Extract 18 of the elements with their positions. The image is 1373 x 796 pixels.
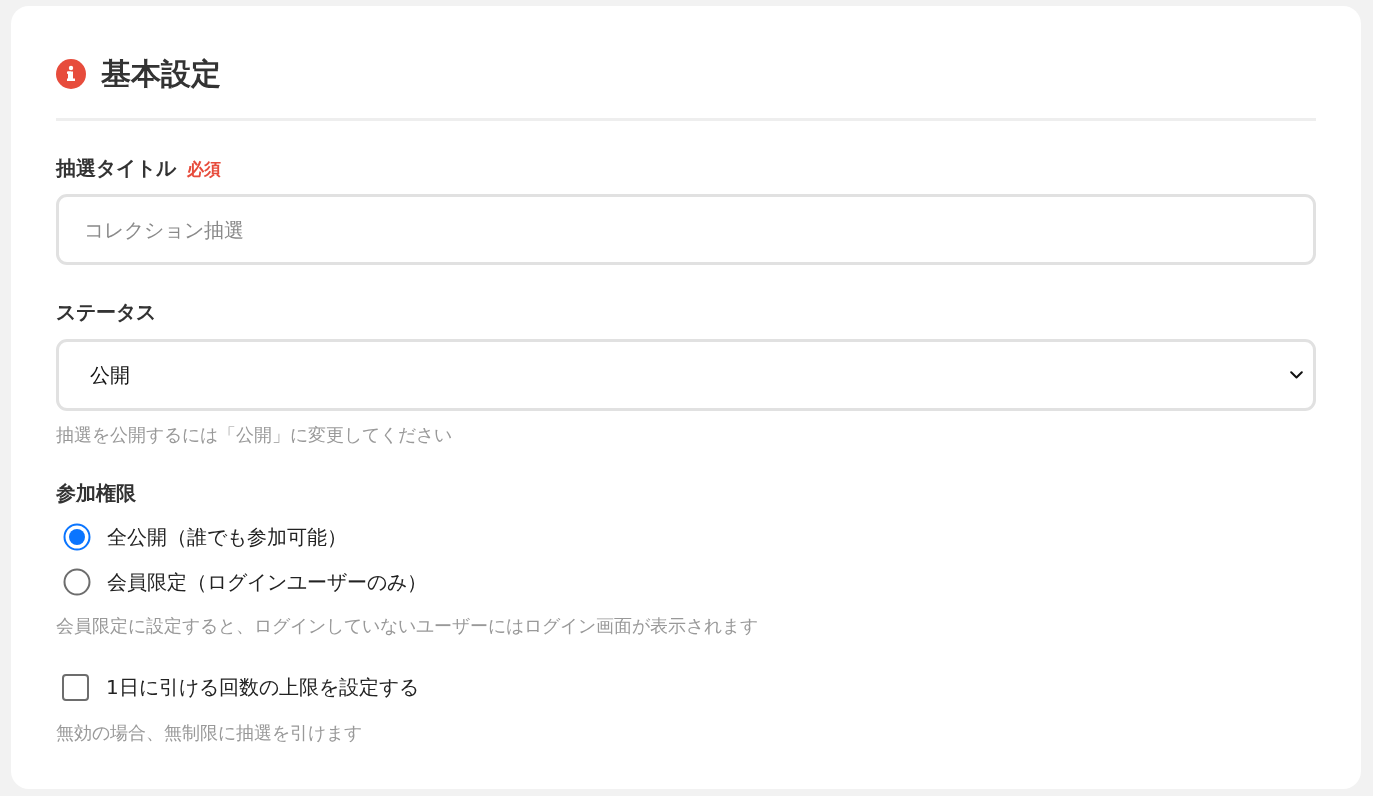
hint-text: 会員限定に設定すると、ログインしていないユーザーにはログイン画面が表示されます — [56, 614, 759, 638]
field-label: ステータス — [56, 299, 156, 326]
option-label: 1日に引ける回数の上限を設定する — [106, 674, 419, 701]
field-label: 参加権限 — [56, 480, 136, 507]
hint-text: 抽選を公開するには「公開」に変更してください — [56, 423, 453, 447]
field-label: 抽選タイトル — [56, 155, 176, 182]
chevron-icon — [1290, 371, 1303, 379]
required-label: 必須 — [187, 158, 221, 181]
radio-button[interactable] — [63, 523, 91, 551]
option-label: 全公開（誰でも参加可能） — [107, 524, 347, 551]
status-select[interactable]: 公開 — [56, 339, 1316, 411]
option-label: 会員限定（ログインユーザーのみ） — [107, 569, 427, 596]
info-icon — [56, 59, 86, 89]
hint-text: 無効の場合、無制限に抽選を引けます — [56, 721, 363, 745]
section-title: 基本設定 — [101, 55, 221, 93]
checkbox[interactable] — [62, 673, 89, 701]
input-field[interactable]: コレクション抽選 — [56, 194, 1316, 265]
radio-button[interactable] — [63, 568, 91, 596]
